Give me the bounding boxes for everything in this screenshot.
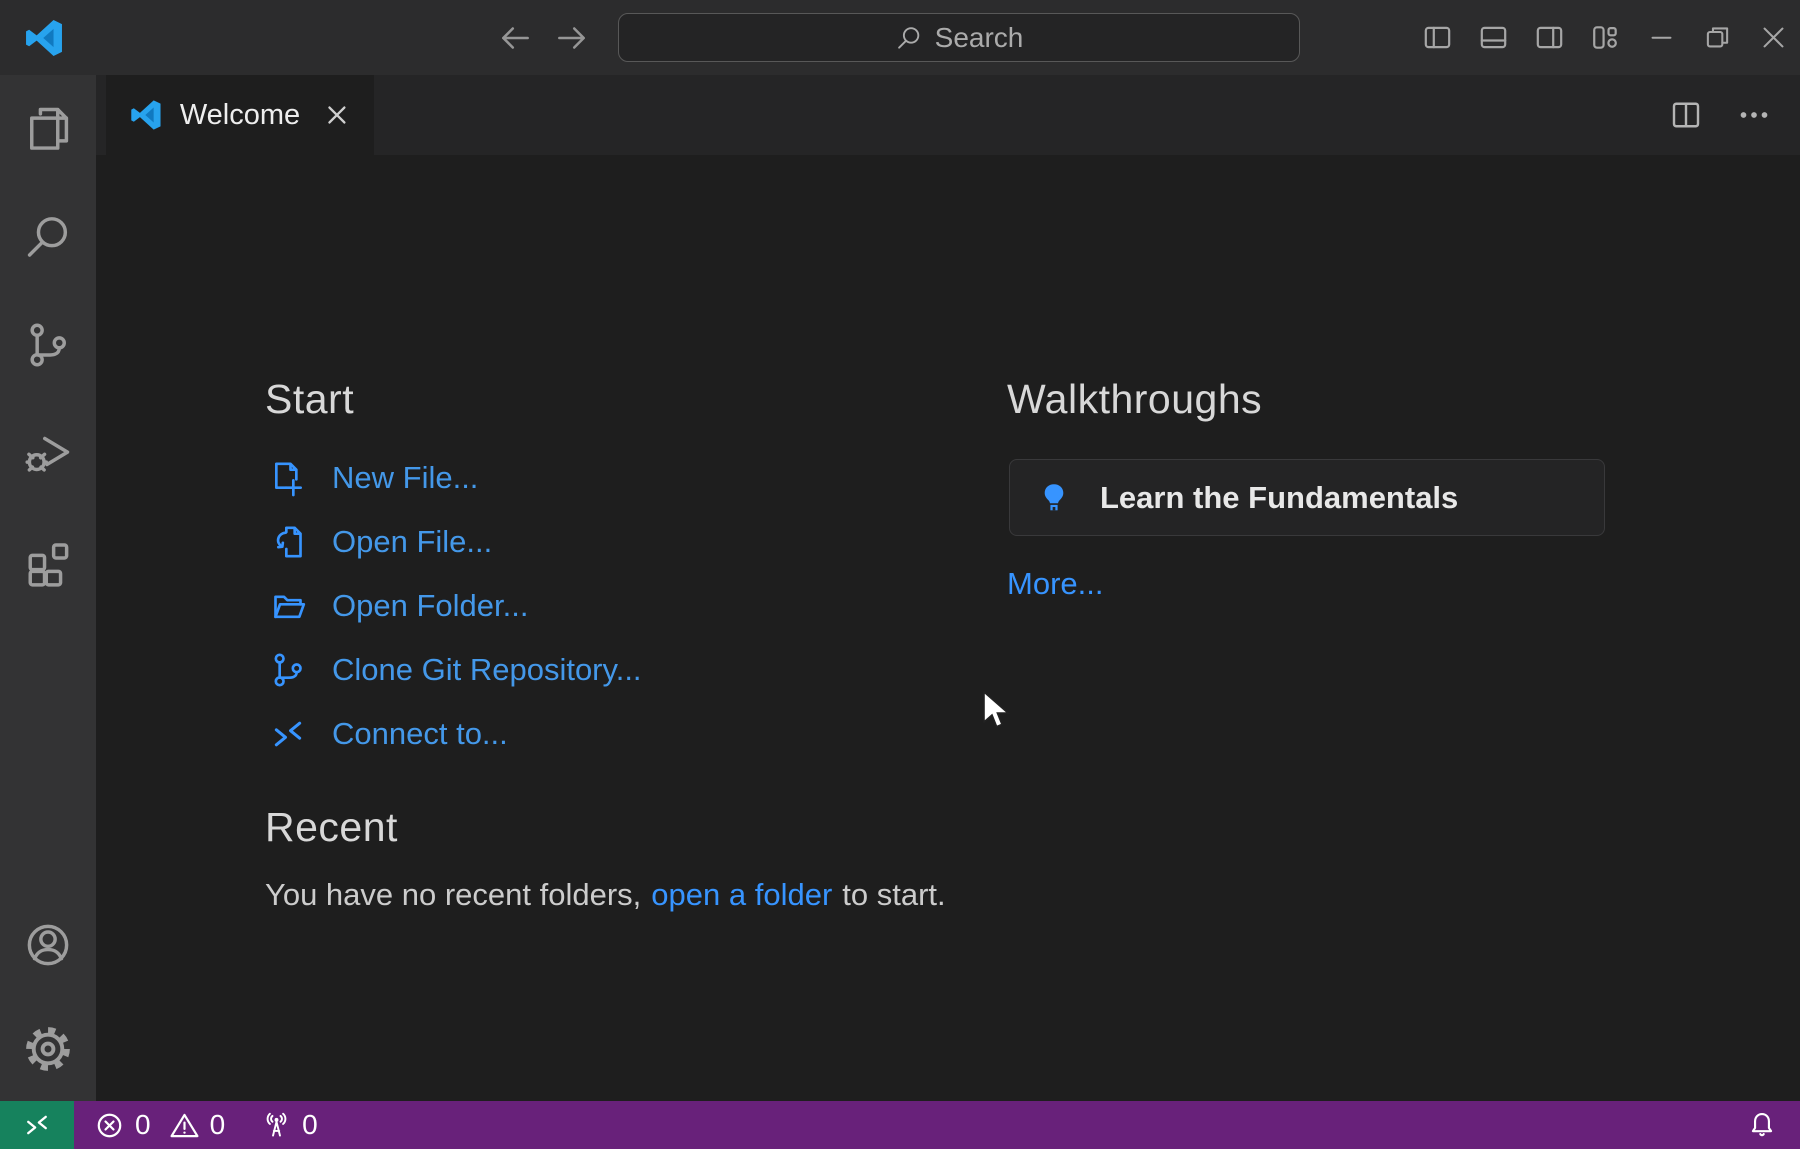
folder-opened-icon xyxy=(268,586,308,626)
start-heading: Start xyxy=(265,376,354,423)
walkthroughs-more-link[interactable]: More... xyxy=(1007,566,1103,602)
recent-empty-text: You have no recent folders, open a folder… xyxy=(265,877,946,913)
activity-bar-bottom xyxy=(22,919,74,1101)
tab-strip: Welcome xyxy=(96,75,1800,155)
more-actions-icon[interactable] xyxy=(1736,97,1772,133)
extensions-icon[interactable] xyxy=(22,535,74,587)
bell-icon xyxy=(1746,1109,1778,1141)
go-to-file-icon xyxy=(268,522,308,562)
walkthrough-card-learn-fundamentals[interactable]: Learn the Fundamentals xyxy=(1009,459,1605,536)
menu-icon[interactable] xyxy=(96,20,132,56)
title-bar: Search xyxy=(0,0,1800,75)
walkthrough-card-title: Learn the Fundamentals xyxy=(1100,480,1458,516)
start-item-label: Connect to... xyxy=(332,716,508,752)
remote-icon xyxy=(22,1110,52,1140)
start-list: New File... Open File... xyxy=(268,455,642,757)
toggle-panel-icon[interactable] xyxy=(1477,21,1510,54)
split-editor-icon[interactable] xyxy=(1668,97,1704,133)
vscode-window: Search xyxy=(0,0,1800,1149)
remote-indicator[interactable] xyxy=(0,1101,74,1149)
warning-count: 0 xyxy=(210,1109,226,1141)
close-window-icon[interactable] xyxy=(1757,21,1790,54)
search-sidebar-icon[interactable] xyxy=(22,211,74,263)
start-item-label: Clone Git Repository... xyxy=(332,652,642,688)
restore-icon[interactable] xyxy=(1701,21,1734,54)
notifications-indicator[interactable] xyxy=(1746,1109,1778,1141)
activity-bar-top xyxy=(22,75,74,587)
explorer-files-icon[interactable] xyxy=(22,103,74,155)
forward-icon[interactable] xyxy=(553,19,591,57)
tab-label: Welcome xyxy=(180,99,300,132)
toggle-primary-sidebar-icon[interactable] xyxy=(1421,21,1454,54)
start-item-label: New File... xyxy=(332,460,478,496)
warning-icon xyxy=(169,1110,200,1141)
search-icon xyxy=(895,24,923,52)
start-item-open-file[interactable]: Open File... xyxy=(268,519,642,565)
radio-tower-icon xyxy=(261,1110,292,1141)
problems-indicator[interactable]: 0 0 xyxy=(94,1101,225,1149)
minimize-icon[interactable] xyxy=(1645,21,1678,54)
start-item-new-file[interactable]: New File... xyxy=(268,455,642,501)
status-bar: 0 0 0 xyxy=(0,1101,1800,1149)
vscode-logo-icon xyxy=(22,16,66,60)
start-item-open-folder[interactable]: Open Folder... xyxy=(268,583,642,629)
account-icon[interactable] xyxy=(22,919,74,971)
tab-welcome[interactable]: Welcome xyxy=(106,75,374,155)
start-item-connect-to[interactable]: Connect to... xyxy=(268,711,642,757)
search-placeholder: Search xyxy=(935,22,1024,54)
start-item-label: Open File... xyxy=(332,524,492,560)
customize-layout-icon[interactable] xyxy=(1589,21,1622,54)
start-item-label: Open Folder... xyxy=(332,588,528,624)
editor-actions xyxy=(1668,75,1772,155)
ports-count: 0 xyxy=(302,1109,318,1141)
error-count: 0 xyxy=(135,1109,151,1141)
source-control-icon[interactable] xyxy=(22,319,74,371)
gear-icon[interactable] xyxy=(22,1023,74,1075)
back-icon[interactable] xyxy=(496,19,534,57)
toggle-secondary-sidebar-icon[interactable] xyxy=(1533,21,1566,54)
error-icon xyxy=(94,1110,125,1141)
walkthroughs-heading: Walkthroughs xyxy=(1007,376,1262,423)
recent-heading: Recent xyxy=(265,804,398,851)
recent-text-prefix: You have no recent folders, xyxy=(265,877,641,912)
new-file-icon xyxy=(268,458,308,498)
lightbulb-icon xyxy=(1036,478,1072,518)
tab-close-icon[interactable] xyxy=(322,100,352,130)
ports-indicator[interactable]: 0 xyxy=(261,1101,318,1149)
run-and-debug-icon[interactable] xyxy=(22,427,74,479)
editor-area: Welcome Start xyxy=(96,75,1800,1101)
welcome-page: Start New File... xyxy=(96,155,1800,1101)
activity-bar xyxy=(0,75,96,1101)
search-box[interactable]: Search xyxy=(618,13,1300,62)
open-a-folder-link[interactable]: open a folder xyxy=(651,877,832,912)
recent-text-suffix: to start. xyxy=(842,877,945,912)
source-control-icon xyxy=(268,650,308,690)
remote-icon xyxy=(268,714,308,754)
start-item-clone-repo[interactable]: Clone Git Repository... xyxy=(268,647,642,693)
vscode-logo-icon xyxy=(128,97,164,133)
window-controls xyxy=(1421,0,1790,75)
